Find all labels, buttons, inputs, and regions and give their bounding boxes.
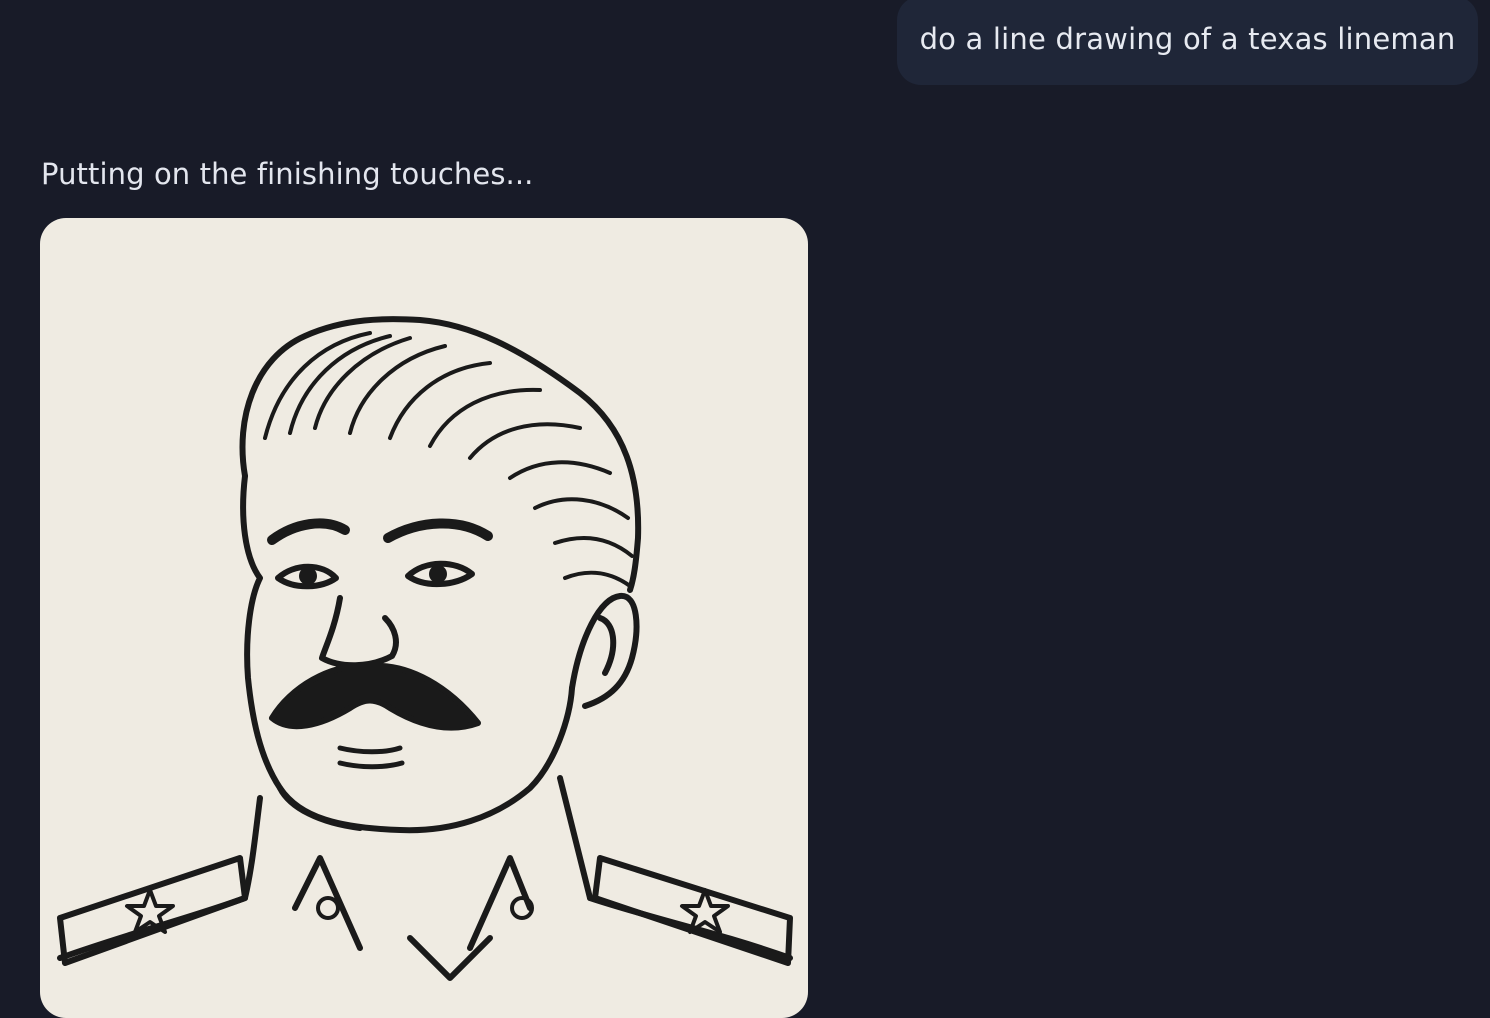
hair-strand: [428, 387, 542, 448]
chin-line: [337, 760, 405, 770]
user-message-bubble: do a line drawing of a texas lineman: [897, 0, 1478, 85]
right-pupil: [429, 565, 447, 583]
hair-strand: [468, 422, 582, 460]
assistant-status-text: Putting on the finishing touches...: [41, 157, 534, 191]
hair-strand: [553, 535, 634, 558]
hair-strand: [313, 336, 412, 430]
left-pupil: [299, 567, 317, 585]
lip-line: [337, 745, 403, 755]
collar-left: [292, 855, 363, 951]
line-drawing-illustration: [57, 316, 793, 981]
mustache: [269, 662, 481, 731]
ear: [569, 593, 640, 709]
hair-strand: [533, 497, 630, 520]
hair-outline: [239, 316, 642, 593]
jaw-line: [277, 785, 363, 831]
hair-strand: [508, 460, 612, 480]
nose: [319, 595, 399, 669]
neck-right: [557, 775, 593, 901]
user-message-text: do a line drawing of a texas lineman: [919, 22, 1456, 56]
hair-strand: [563, 570, 632, 588]
tunic-center: [407, 935, 493, 981]
right-eyebrow: [383, 518, 493, 543]
collar-right: [467, 855, 533, 951]
generated-image[interactable]: [40, 218, 808, 1018]
collar-badge: [316, 896, 340, 920]
neck-left: [242, 795, 263, 901]
left-eyebrow: [267, 518, 350, 545]
ear-inner: [597, 615, 617, 676]
